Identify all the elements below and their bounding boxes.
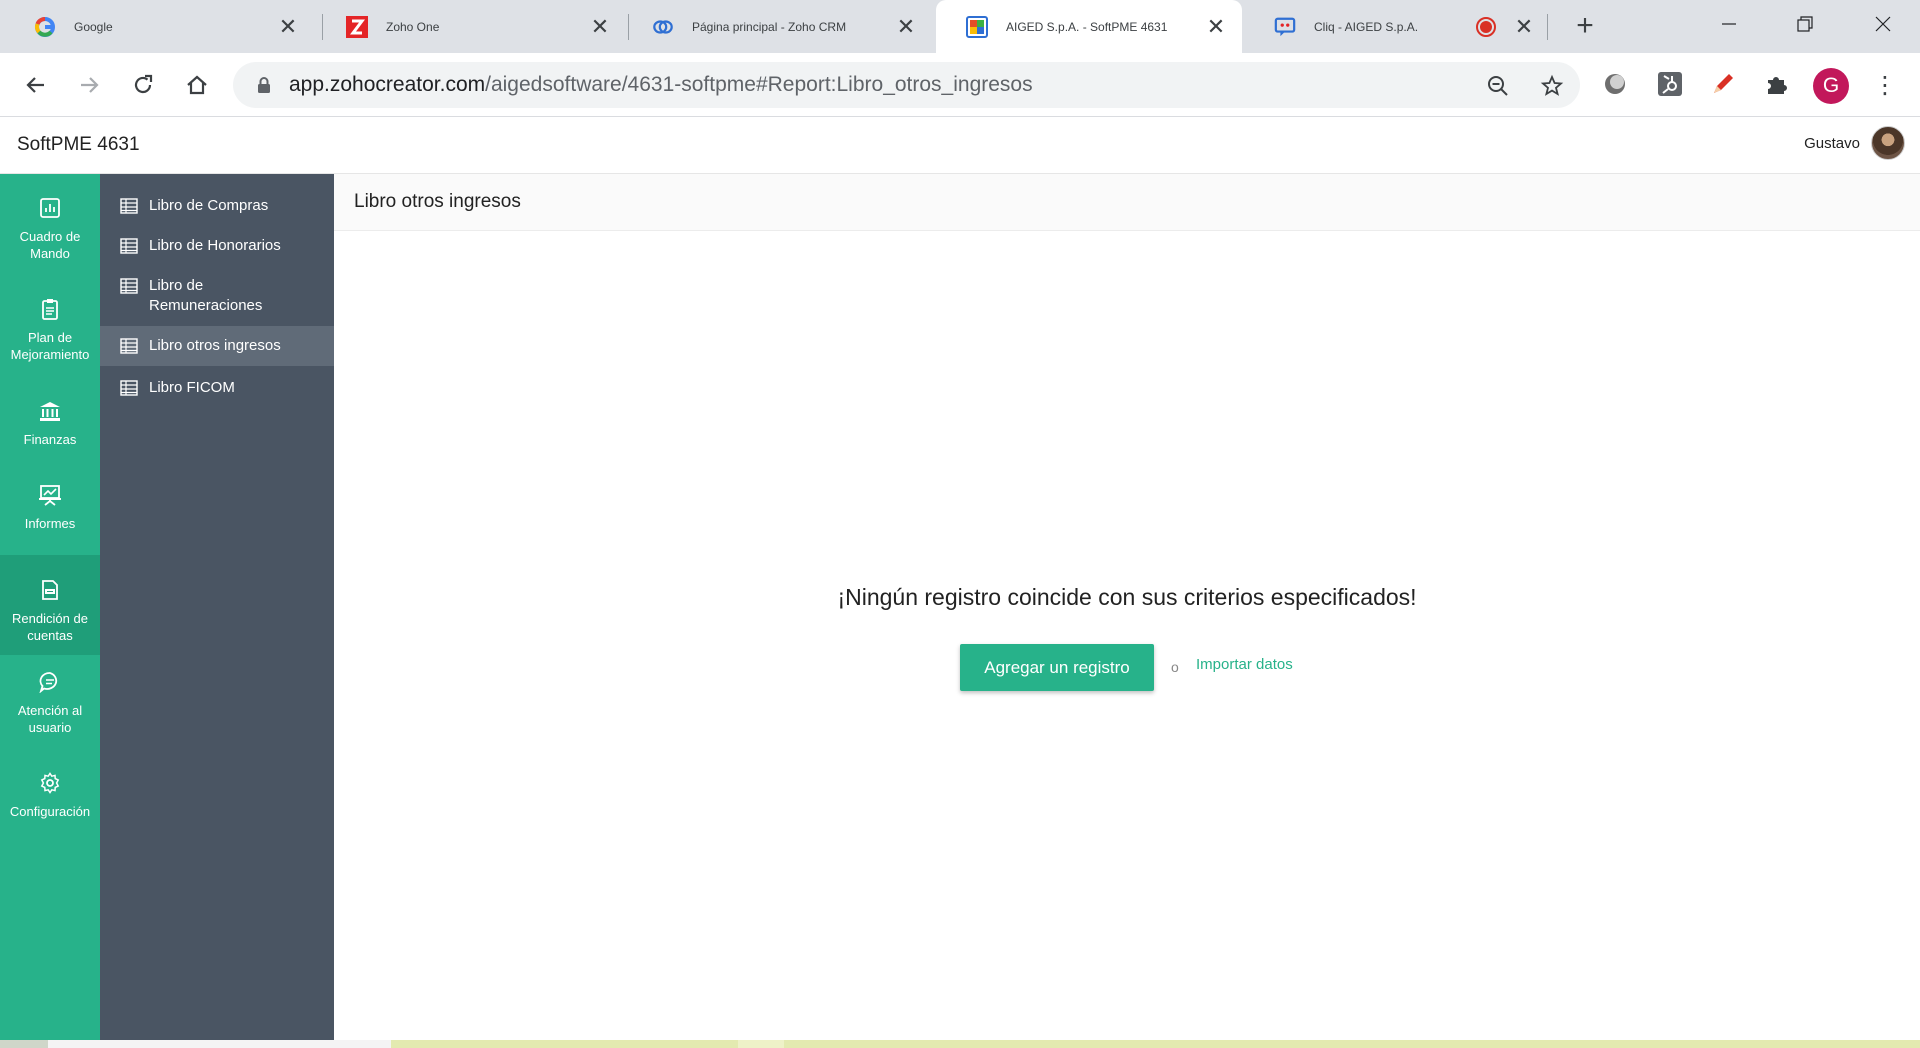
address-bar[interactable]: app.zohocreator.com/aigedsoftware/4631-s… [233,62,1580,108]
nav-item-label: Informes [24,516,76,531]
bank-icon [38,399,62,423]
tab-separator [1547,14,1548,40]
tab-google[interactable]: Google ✕ [4,0,314,53]
nav-item-label: Rendición de cuentas [12,611,88,643]
zoho-cliq-icon [1274,16,1296,38]
report-list-icon [120,197,138,215]
tab-title: Cliq - AIGED S.p.A. [1314,19,1419,34]
browser-toolbar: app.zohocreator.com/aigedsoftware/4631-s… [0,53,1920,117]
subnav-item-label: Libro de Compras [149,197,269,214]
tab-title: AIGED S.p.A. - SoftPME 4631 [1006,19,1168,34]
nav-item-label: Finanzas [23,432,77,447]
report-content: Libro otros ingresos ¡Ningún registro co… [334,174,1920,1040]
browser-tab-strip: Google ✕ Zoho One ✕ Página principal - Z… [0,0,1920,53]
new-tab-button[interactable]: + [1569,11,1601,43]
extension-screen-recorder-icon[interactable] [1600,69,1630,99]
forward-button[interactable] [73,69,105,101]
csv-file-icon [38,578,62,602]
browser-menu-icon[interactable]: ⋮ [1873,69,1897,101]
subnav-item-libro-ficom[interactable]: Libro FICOM [100,372,334,404]
url-path: /aigedsoftware/4631-softpme#Report:Libro… [485,73,1033,96]
minimize-button[interactable] [1704,8,1754,40]
close-window-button[interactable] [1858,8,1908,40]
bookmark-star-icon[interactable] [1539,73,1565,99]
subnav-item-libro-de-compras[interactable]: Libro de Compras [100,190,334,222]
empty-state-message: ¡Ningún registro coincide con sus criter… [837,584,1417,610]
close-tab-icon[interactable]: ✕ [276,14,300,39]
zoom-out-icon[interactable] [1485,73,1511,99]
url-host: app.zohocreator.com [289,73,486,96]
subnav-item-label: Libro de Honorarios [149,237,281,254]
tab-title: Zoho One [386,19,440,34]
nav-item-label: Atención al usuario [17,703,83,735]
taskbar-segment [738,1040,784,1048]
zoho-crm-icon [652,16,674,38]
dashboard-icon [38,196,62,220]
clipboard-icon [38,297,62,321]
close-tab-icon[interactable]: ✕ [1512,14,1536,39]
subnav-item-libro-de-honorarios[interactable]: Libro de Honorarios [100,230,334,262]
zoho-creator-icon [966,15,988,38]
extension-hubspot-icon[interactable] [1655,69,1685,99]
nav-item-plan-de-mejoramiento[interactable]: Plan de Mejoramiento [0,297,100,377]
url-text[interactable]: app.zohocreator.com/aigedsoftware/4631-s… [289,73,1580,97]
home-button[interactable] [181,69,213,101]
taskbar-segment [48,1040,391,1048]
report-list-icon [120,237,138,255]
user-avatar[interactable] [1871,126,1905,160]
user-name[interactable]: Gustavo [1804,135,1860,152]
taskbar-segment [0,1040,48,1048]
extensions-puzzle-icon[interactable] [1762,69,1792,99]
tab-softpme-active[interactable]: AIGED S.p.A. - SoftPME 4631 ✕ [936,0,1242,53]
tab-zoho-one[interactable]: Zoho One ✕ [316,0,626,53]
profile-avatar-button[interactable]: G [1813,68,1849,104]
subnav-item-libro-de-remuneraciones[interactable]: Libro de Remuneraciones [100,270,334,322]
lock-icon[interactable] [255,75,273,95]
report-header: Libro otros ingresos [334,174,1920,231]
subnav-item-label: Libro FICOM [149,379,235,396]
report-list-icon [120,277,138,295]
nav-item-configuracion[interactable]: Configuración [0,771,100,841]
tab-title: Página principal - Zoho CRM [692,19,847,34]
taskbar-strip [0,1040,1920,1048]
report-list-icon [120,337,138,355]
tab-title: Google [74,19,113,34]
tab-zoho-crm[interactable]: Página principal - Zoho CRM ✕ [622,0,932,53]
recording-icon [1476,16,1496,37]
nav-item-rendicion-de-cuentas[interactable]: Rendición de cuentas [0,555,100,655]
or-separator: o [1171,659,1179,675]
close-tab-icon[interactable]: ✕ [1204,14,1228,39]
subnav-item-libro-otros-ingresos[interactable]: Libro otros ingresos [100,326,334,366]
add-record-button[interactable]: Agregar un registro [960,644,1154,691]
close-tab-icon[interactable]: ✕ [588,14,612,39]
section-sidebar: Libro de Compras Libro de Honorarios Lib… [100,174,334,1040]
report-list-icon [120,379,138,397]
presentation-icon [38,483,62,507]
subnav-item-label: Libro de Remuneraciones [149,277,263,314]
import-data-link[interactable]: Importar datos [1196,656,1293,673]
extension-pen-icon[interactable] [1708,69,1738,99]
back-button[interactable] [20,69,52,101]
tab-zoho-cliq[interactable]: Cliq - AIGED S.p.A. ✕ [1244,0,1550,53]
google-icon [34,16,56,38]
main-sidebar: Cuadro de Mando Plan de Mejoramiento Fin… [0,174,100,1040]
subnav-item-label: Libro otros ingresos [149,337,281,354]
nav-item-informes[interactable]: Informes [0,483,100,553]
zoho-one-icon [346,15,368,38]
nav-item-label: Cuadro de Mando [19,229,81,261]
nav-item-label: Configuración [9,804,91,819]
close-tab-icon[interactable]: ✕ [894,14,918,39]
nav-item-label: Plan de Mejoramiento [10,330,90,362]
restore-button[interactable] [1780,8,1830,40]
nav-item-finanzas[interactable]: Finanzas [0,399,100,469]
report-title: Libro otros ingresos [354,191,521,212]
gear-icon [38,771,62,795]
chat-icon [38,670,62,694]
reload-button[interactable] [127,69,159,101]
nav-item-cuadro-de-mando[interactable]: Cuadro de Mando [0,196,100,276]
app-title[interactable]: SoftPME 4631 [17,134,140,156]
nav-item-atencion-al-usuario[interactable]: Atención al usuario [0,670,100,750]
app-header: SoftPME 4631 Gustavo [0,117,1920,174]
